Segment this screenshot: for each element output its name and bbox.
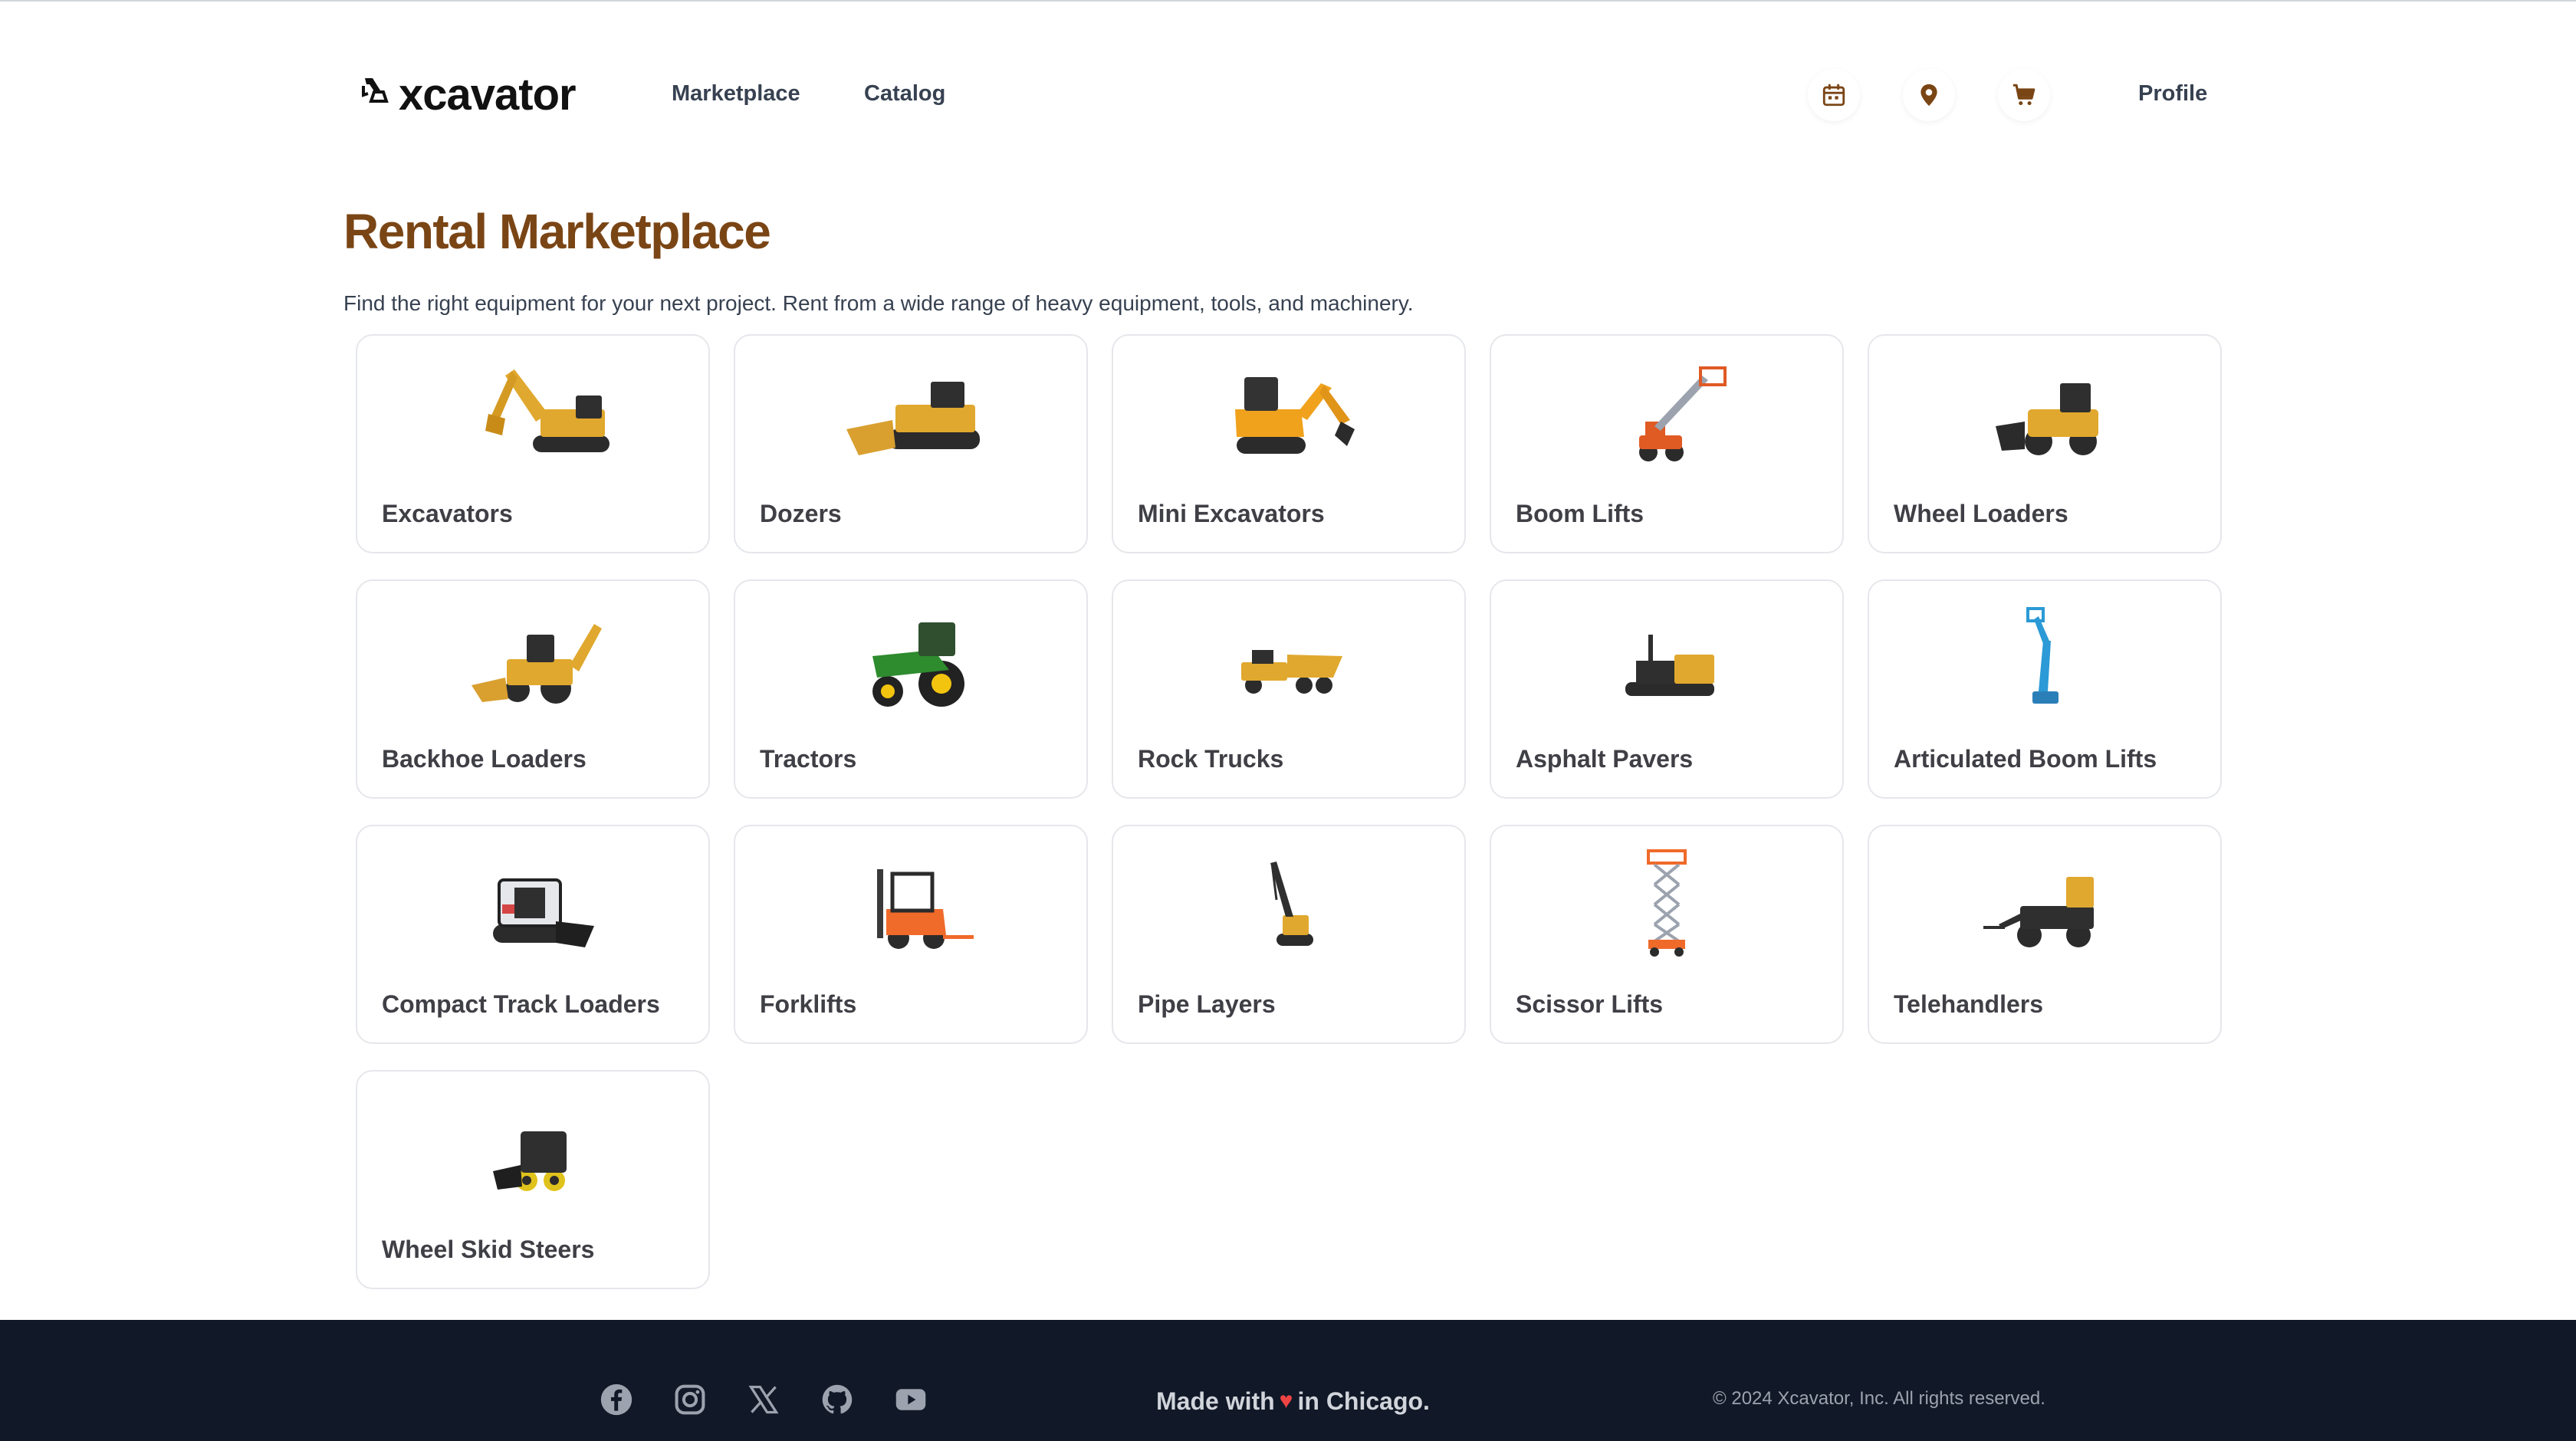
instagram-icon	[675, 1384, 705, 1415]
compact-track-loader-image	[493, 878, 594, 947]
category-label: Compact Track Loaders	[382, 990, 660, 1018]
location-pin-icon	[1921, 84, 1937, 107]
page-title: Rental Marketplace	[343, 204, 771, 259]
mini-excavator-image	[1235, 377, 1355, 454]
category-card-wheel-skid-steers[interactable]: Wheel Skid Steers	[356, 1070, 710, 1289]
logo-text: xcavator	[399, 70, 577, 120]
x-link[interactable]	[747, 1383, 780, 1416]
made-suffix: in Chicago.	[1297, 1387, 1430, 1415]
backhoe-loader-image	[472, 624, 602, 704]
category-label: Wheel Skid Steers	[382, 1236, 595, 1263]
category-card-telehandlers[interactable]: Telehandlers	[1868, 825, 2222, 1044]
site-footer	[0, 1320, 2576, 1441]
category-label: Excavators	[382, 500, 513, 527]
instagram-link[interactable]	[673, 1383, 707, 1416]
category-label: Wheel Loaders	[1894, 500, 2068, 527]
tractor-image	[872, 622, 964, 707]
nav-marketplace[interactable]: Marketplace	[672, 80, 800, 107]
category-label: Scissor Lifts	[1516, 990, 1664, 1018]
category-label: Articulated Boom Lifts	[1894, 745, 2157, 773]
made-in-chicago: Made with ♥ in Chicago.	[1156, 1386, 1430, 1416]
category-label: Pipe Layers	[1138, 990, 1276, 1018]
category-card-articulated-boom-lifts[interactable]: Articulated Boom Lifts	[1868, 579, 2222, 799]
category-card-forklifts[interactable]: Forklifts	[734, 825, 1088, 1044]
category-card-excavators[interactable]: Excavators	[356, 334, 710, 553]
category-grid: Excavators Dozers Mini Excavators Boom L…	[356, 334, 2222, 1289]
category-card-compact-track-loaders[interactable]: Compact Track Loaders	[356, 825, 710, 1044]
github-icon	[822, 1384, 853, 1414]
youtube-link[interactable]	[894, 1383, 928, 1416]
category-label: Telehandlers	[1894, 990, 2044, 1018]
youtube-icon	[895, 1389, 926, 1410]
boom-lift-image	[1639, 366, 1727, 461]
telehandler-image	[1983, 877, 2094, 947]
dozer-image	[846, 382, 980, 455]
excavator-logo-icon	[362, 78, 389, 103]
category-card-rock-trucks[interactable]: Rock Trucks	[1112, 579, 1466, 799]
rock-truck-image	[1241, 650, 1342, 694]
scissor-lift-image	[1647, 849, 1687, 957]
heart-icon: ♥	[1279, 1388, 1293, 1413]
category-label: Rock Trucks	[1138, 745, 1284, 773]
category-card-tractors[interactable]: Tractors	[734, 579, 1088, 799]
asphalt-paver-image	[1625, 635, 1714, 696]
calendar-icon	[1822, 84, 1845, 107]
facebook-link[interactable]	[600, 1383, 633, 1416]
x-icon	[748, 1385, 779, 1414]
calendar-button[interactable]	[1808, 69, 1860, 121]
category-card-wheel-loaders[interactable]: Wheel Loaders	[1868, 334, 2222, 553]
category-label: Backhoe Loaders	[382, 745, 586, 773]
forklift-image	[877, 869, 974, 949]
logo[interactable]: xcavator	[360, 70, 577, 120]
articulated-boom-lift-image	[2026, 607, 2058, 704]
category-card-scissor-lifts[interactable]: Scissor Lifts	[1490, 825, 1844, 1044]
excavator-image	[485, 369, 610, 452]
github-link[interactable]	[820, 1383, 854, 1416]
category-card-backhoe-loaders[interactable]: Backhoe Loaders	[356, 579, 710, 799]
wheel-skid-steer-image	[493, 1131, 567, 1191]
category-card-asphalt-pavers[interactable]: Asphalt Pavers	[1490, 579, 1844, 799]
copyright: © 2024 Xcavator, Inc. All rights reserve…	[1713, 1388, 2045, 1409]
category-card-dozers[interactable]: Dozers	[734, 334, 1088, 553]
site-header: xcavator Marketplace Catalog Profile	[0, 0, 2576, 189]
category-card-pipe-layers[interactable]: Pipe Layers	[1112, 825, 1466, 1044]
nav-profile[interactable]: Profile	[2138, 80, 2207, 107]
location-button[interactable]	[1903, 69, 1955, 121]
category-label: Dozers	[760, 500, 842, 527]
category-card-boom-lifts[interactable]: Boom Lifts	[1490, 334, 1844, 553]
category-label: Mini Excavators	[1138, 500, 1325, 527]
nav-catalog[interactable]: Catalog	[864, 80, 945, 107]
category-label: Boom Lifts	[1516, 500, 1644, 527]
cart-icon	[2013, 84, 2036, 106]
facebook-icon	[600, 1384, 632, 1416]
category-label: Asphalt Pavers	[1516, 745, 1694, 773]
pipe-layer-image	[1270, 862, 1313, 946]
category-label: Tractors	[760, 745, 857, 773]
category-card-mini-excavators[interactable]: Mini Excavators	[1112, 334, 1466, 553]
made-prefix: Made with	[1156, 1387, 1275, 1415]
category-label: Forklifts	[760, 990, 857, 1018]
page-description: Find the right equipment for your next p…	[343, 291, 1414, 315]
cart-button[interactable]	[1998, 69, 2050, 121]
wheel-loader-image	[1996, 383, 2098, 455]
